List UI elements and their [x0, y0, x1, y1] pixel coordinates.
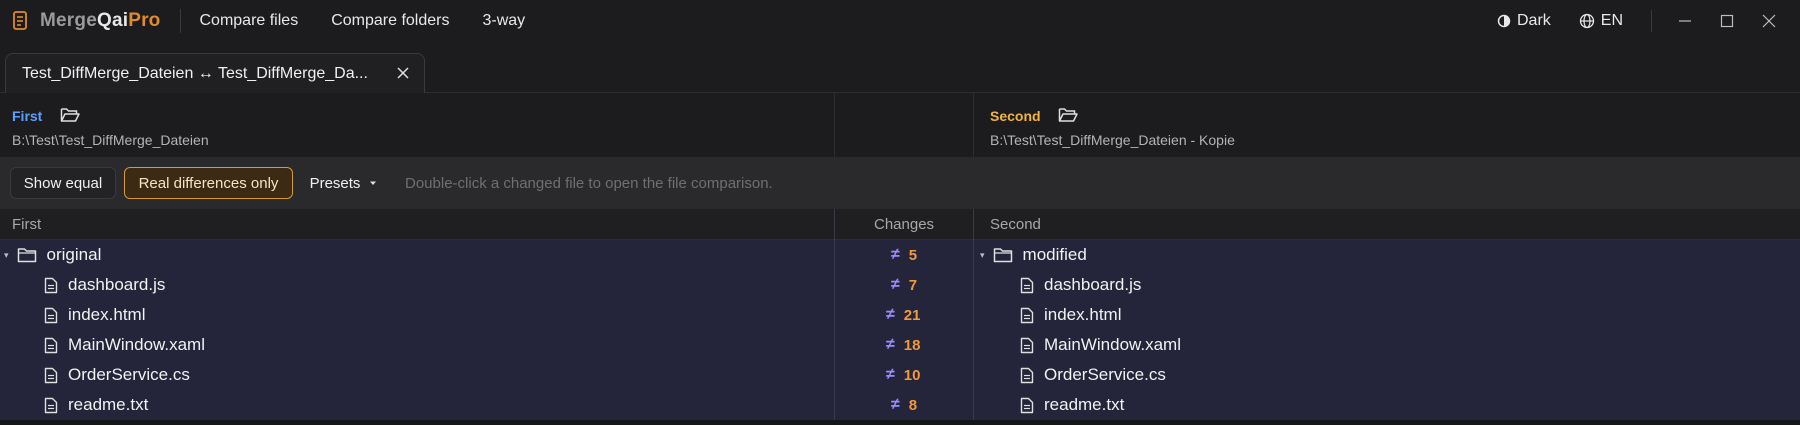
first-path-panel: First B:\Test\Test_DiffMerge_Dateien: [0, 93, 834, 157]
first-file-name: OrderService.cs: [68, 365, 190, 384]
app-logo: MergeQaiPro: [12, 10, 160, 32]
file-row[interactable]: readme.txt ≠ 8 readme.txt: [0, 390, 1800, 420]
change-count: 7: [908, 276, 918, 294]
change-count: 5: [908, 246, 918, 264]
title-separator: [180, 8, 182, 33]
minimize-button[interactable]: [1674, 10, 1696, 32]
app-title: MergeQaiPro: [40, 9, 161, 31]
path-divider-left: [834, 93, 835, 157]
second-file-name: MainWindow.xaml: [1044, 335, 1181, 354]
maximize-icon: [1720, 14, 1734, 27]
change-count: 18: [903, 336, 921, 354]
second-path: B:\Test\Test_DiffMerge_Dateien - Kopie: [990, 132, 1235, 148]
grid-divider-right: [973, 209, 974, 420]
tab-label: Test_DiffMerge_Dateien ↔ Test_DiffMerge_…: [22, 64, 368, 82]
close-icon: [1762, 14, 1776, 27]
path-header: First B:\Test\Test_DiffMerge_Dateien Sec…: [0, 93, 1800, 157]
close-window-button[interactable]: [1758, 10, 1780, 32]
second-folder-name: modified: [1022, 245, 1087, 264]
first-file-name: index.html: [68, 305, 146, 324]
minimize-icon: [1679, 19, 1691, 22]
file-row[interactable]: MainWindow.xaml ≠ 18 MainWindow.xaml: [0, 330, 1800, 360]
not-equal-icon: ≠: [886, 336, 895, 353]
collapse-icon[interactable]: ▾: [980, 250, 985, 261]
change-count: 10: [903, 366, 921, 384]
file-icon: [1020, 397, 1034, 413]
presets-label: Presets: [309, 174, 361, 192]
second-open-folder-icon[interactable]: [1058, 106, 1079, 124]
second-file-name: index.html: [1044, 305, 1122, 324]
main-menu: Compare files Compare folders 3-way: [199, 12, 558, 30]
folder-icon: [17, 248, 36, 263]
grid-divider-left: [834, 209, 835, 420]
menu-compare-folders[interactable]: Compare folders: [331, 12, 449, 30]
theme-label: Dark: [1516, 11, 1551, 29]
second-file-name: readme.txt: [1044, 395, 1125, 414]
presets-dropdown[interactable]: Presets: [307, 167, 381, 199]
file-icon: [44, 337, 58, 353]
app-logo-icon: [13, 10, 27, 30]
folder-row[interactable]: ▾ original ≠ 5 ▾ modified: [0, 240, 1800, 270]
tab-comparison[interactable]: Test_DiffMerge_Dateien ↔ Test_DiffMerge_…: [5, 53, 425, 93]
comparison-rows: ▾ original ≠ 5 ▾ modified dashboard.js ≠…: [0, 240, 1800, 420]
bottom-edge: [0, 420, 1800, 425]
change-count: 21: [903, 306, 921, 324]
not-equal-icon: ≠: [891, 276, 900, 293]
not-equal-icon: ≠: [886, 366, 895, 383]
second-title: Second: [990, 108, 1041, 124]
menu-compare-files[interactable]: Compare files: [199, 12, 298, 30]
maximize-button[interactable]: [1716, 10, 1738, 32]
column-headers: First Changes Second: [0, 209, 1800, 240]
first-path: B:\Test\Test_DiffMerge_Dateien: [12, 132, 209, 148]
window-controls-separator: [1651, 9, 1652, 32]
file-row[interactable]: index.html ≠ 21 index.html: [0, 300, 1800, 330]
first-file-name: MainWindow.xaml: [68, 335, 205, 354]
file-icon: [44, 367, 58, 383]
not-equal-icon: ≠: [886, 306, 895, 323]
title-right-controls: Dark EN: [1497, 0, 1800, 41]
collapse-icon[interactable]: ▾: [4, 250, 9, 261]
contrast-icon: [1497, 14, 1511, 27]
file-row[interactable]: OrderService.cs ≠ 10 OrderService.cs: [0, 360, 1800, 390]
file-icon: [1020, 367, 1034, 383]
file-icon: [44, 397, 58, 413]
title-bar: MergeQaiPro Compare files Compare folder…: [0, 0, 1800, 41]
second-file-name: OrderService.cs: [1044, 365, 1166, 384]
show-equal-button[interactable]: Show equal: [10, 167, 116, 199]
file-icon: [44, 307, 58, 323]
globe-icon: [1579, 13, 1594, 28]
second-path-panel: Second B:\Test\Test_DiffMerge_Dateien - …: [973, 93, 1800, 157]
first-file-name: readme.txt: [68, 395, 149, 414]
file-icon: [1020, 337, 1034, 353]
not-equal-icon: ≠: [891, 396, 900, 413]
change-count: 8: [908, 396, 918, 414]
column-first[interactable]: First: [12, 216, 41, 233]
first-folder-name: original: [46, 245, 102, 264]
tab-strip: Test_DiffMerge_Dateien ↔ Test_DiffMerge_…: [0, 41, 1800, 93]
theme-toggle[interactable]: Dark: [1497, 12, 1551, 30]
first-file-name: dashboard.js: [68, 275, 166, 294]
filter-toolbar: Show equal Real differences only Presets…: [0, 157, 1800, 209]
first-open-folder-icon[interactable]: [60, 106, 81, 124]
first-title: First: [12, 108, 43, 124]
column-changes[interactable]: Changes: [874, 216, 934, 233]
folder-icon: [993, 248, 1012, 263]
file-icon: [1020, 277, 1034, 293]
file-icon: [1020, 307, 1034, 323]
second-file-name: dashboard.js: [1044, 275, 1142, 294]
file-row[interactable]: dashboard.js ≠ 7 dashboard.js: [0, 270, 1800, 300]
toolbar-hint: Double-click a changed file to open the …: [405, 174, 773, 192]
language-selector[interactable]: EN: [1579, 12, 1623, 30]
column-second[interactable]: Second: [990, 216, 1041, 233]
chevron-down-icon: [370, 181, 377, 185]
language-label: EN: [1600, 11, 1623, 29]
menu-3-way[interactable]: 3-way: [482, 12, 525, 30]
file-icon: [44, 277, 58, 293]
not-equal-icon: ≠: [891, 246, 900, 263]
real-differences-button[interactable]: Real differences only: [124, 167, 293, 199]
path-divider-right: [973, 93, 974, 157]
tab-close-icon[interactable]: [396, 66, 410, 80]
